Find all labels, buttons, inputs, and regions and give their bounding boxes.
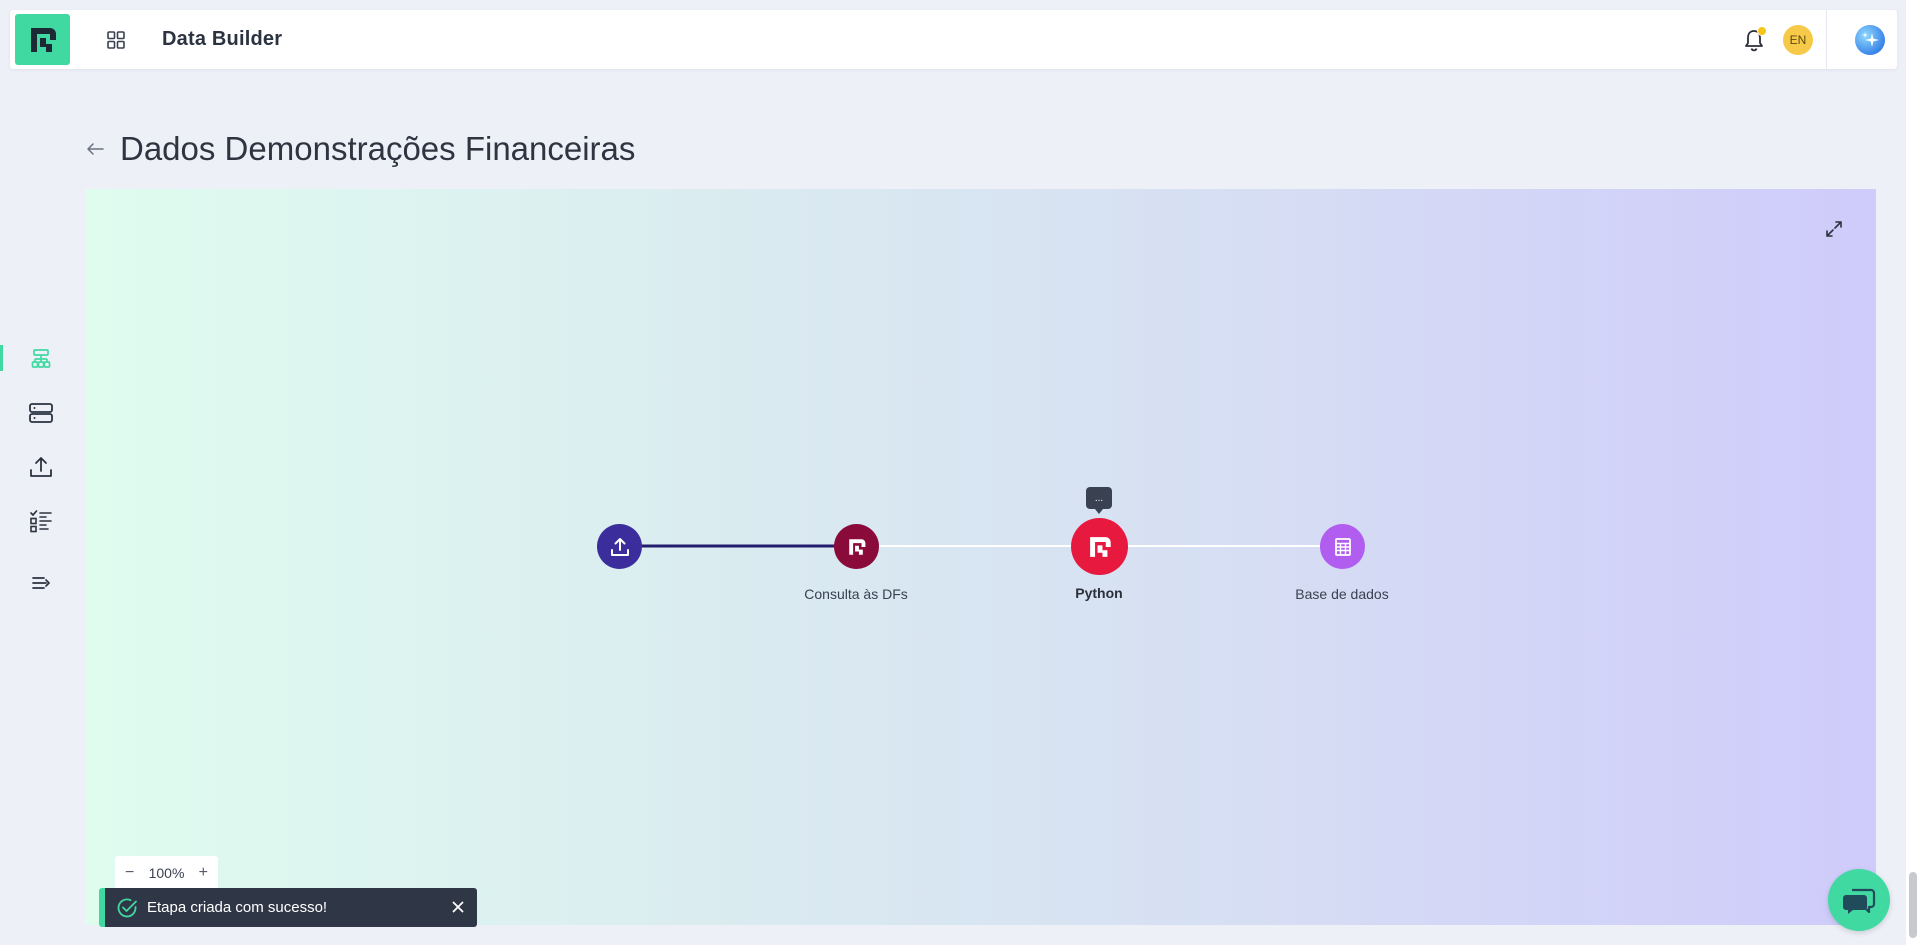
brand-logo-icon — [848, 538, 865, 555]
node-options-tooltip[interactable]: ... — [1086, 487, 1112, 514]
upload-icon — [30, 457, 52, 477]
node-label-consulta: Consulta às DFs — [804, 586, 908, 602]
chat-bubble-icon — [1843, 888, 1876, 914]
chat-button[interactable] — [1828, 869, 1890, 931]
zoom-in-button[interactable]: + — [199, 864, 208, 882]
flow-canvas[interactable]: Consulta às DFs ... Python Base de dados… — [85, 189, 1876, 925]
upload-icon — [610, 537, 629, 556]
collapse-icon — [32, 577, 50, 589]
scrollbar-thumb[interactable] — [1909, 872, 1917, 938]
flow-node-upload[interactable] — [597, 524, 642, 569]
toast-message: Etapa criada com sucesso! — [147, 899, 328, 916]
ai-assistant-button[interactable] — [1855, 25, 1885, 55]
zoom-out-button[interactable]: − — [125, 864, 134, 882]
nav-item-checklist[interactable] — [26, 506, 56, 536]
nav-collapse-button[interactable] — [26, 568, 56, 598]
nav-active-indicator — [0, 345, 3, 371]
node-label-python: Python — [1075, 585, 1123, 601]
top-bar: Data Builder EN — [10, 10, 1897, 69]
page-title: Dados Demonstrações Financeiras — [120, 130, 636, 167]
network-tree-icon — [31, 349, 51, 368]
back-button[interactable] — [84, 139, 106, 159]
app-title: Data Builder — [162, 28, 283, 50]
success-toast: Etapa criada com sucesso! — [99, 888, 477, 927]
flow-node-base[interactable] — [1320, 524, 1365, 569]
toast-close-button[interactable] — [449, 898, 467, 916]
close-icon — [452, 901, 464, 913]
database-table-icon — [1334, 537, 1351, 556]
sparkle-icon — [1862, 32, 1879, 47]
apps-grid-button[interactable] — [103, 27, 129, 53]
nav-item-upload[interactable] — [26, 452, 56, 482]
language-button[interactable]: EN — [1783, 25, 1813, 55]
flow-node-python[interactable] — [1071, 518, 1128, 575]
brand-logo-icon — [1089, 536, 1111, 557]
arrow-left-icon — [87, 143, 104, 155]
nav-item-flows[interactable] — [26, 344, 56, 374]
node-label-base: Base de dados — [1295, 586, 1389, 602]
brand-logo[interactable] — [15, 14, 70, 65]
flow-node-consulta[interactable] — [834, 524, 879, 569]
divider — [1826, 10, 1827, 69]
zoom-control: − 100% + — [115, 856, 218, 890]
checklist-icon — [30, 510, 52, 533]
zoom-level: 100% — [148, 865, 185, 881]
flow-edges — [619, 544, 1342, 548]
grid-icon — [107, 31, 125, 49]
notification-dot — [1757, 26, 1767, 36]
brand-logo-icon — [30, 27, 56, 52]
server-icon — [29, 403, 53, 423]
check-circle-icon — [115, 896, 139, 920]
scrollbar-track[interactable] — [1906, 0, 1920, 945]
nav-item-servers[interactable] — [26, 398, 56, 428]
